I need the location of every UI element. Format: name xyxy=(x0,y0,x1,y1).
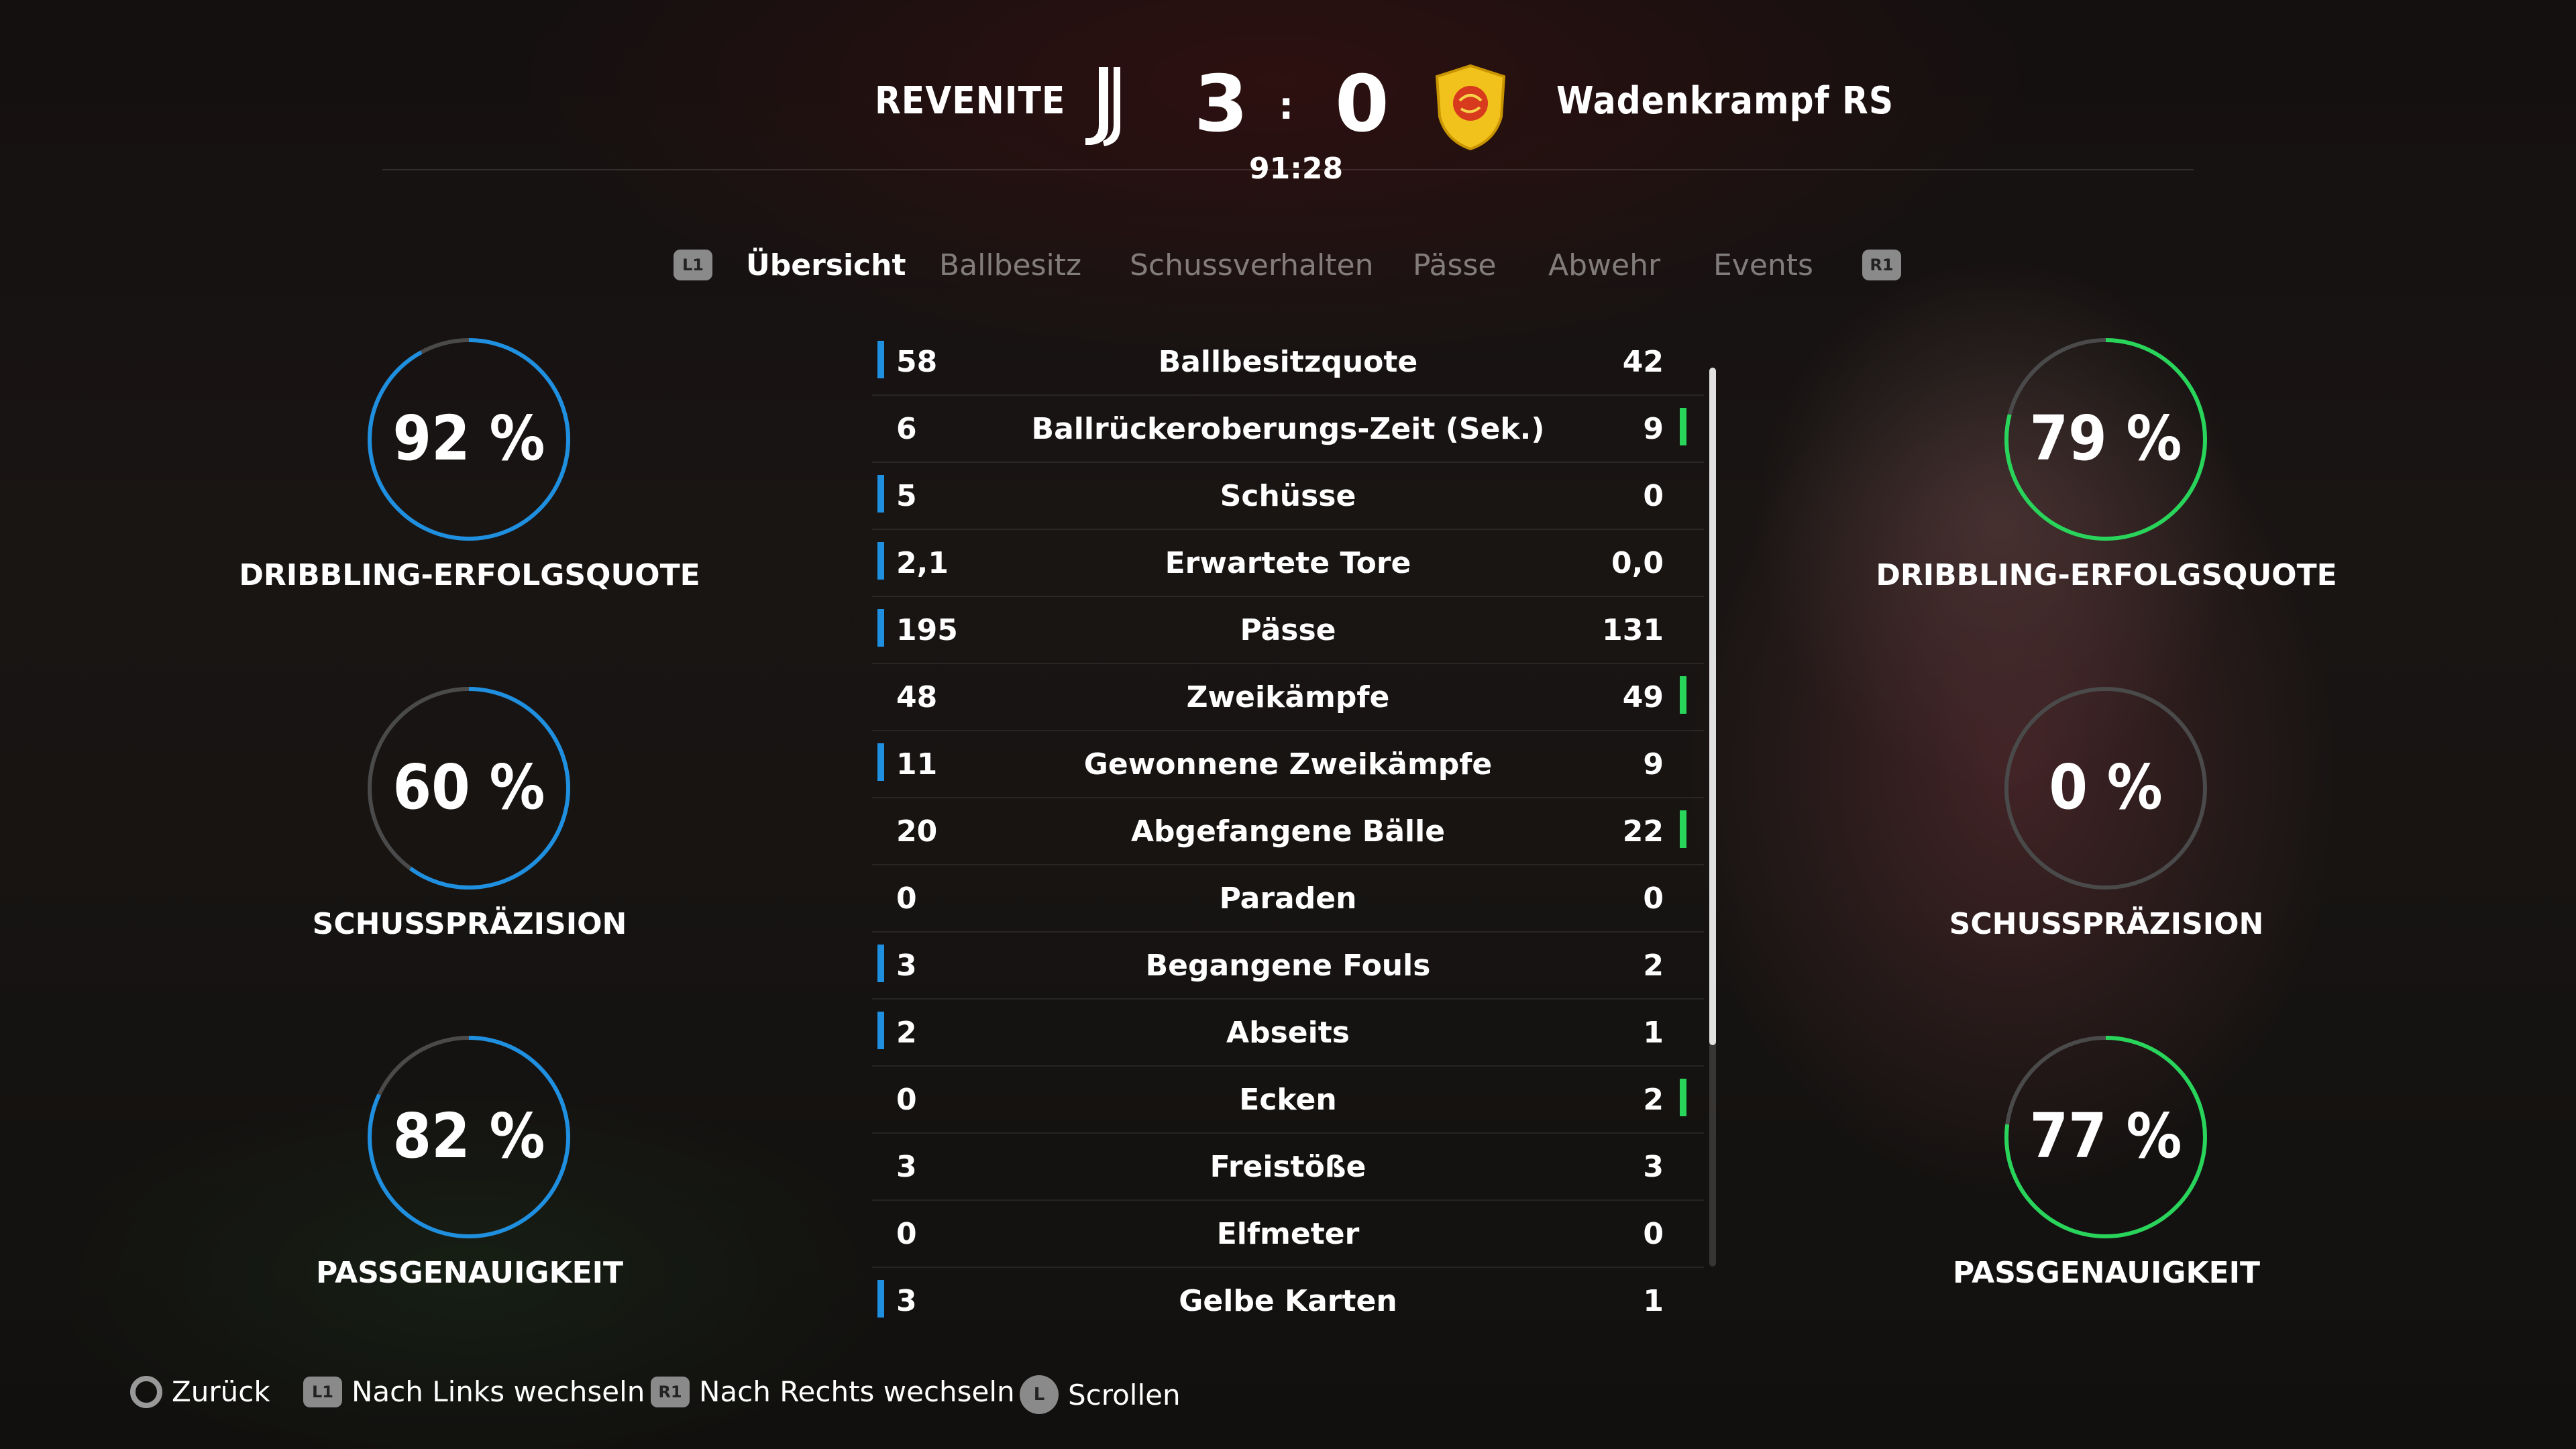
stat-label: Erwartete Tore xyxy=(1165,546,1411,580)
stat-row: 195 Pässe 131 xyxy=(872,597,1704,664)
stat-label: Elfmeter xyxy=(1216,1217,1360,1251)
stat-row: 0 Ecken 2 xyxy=(872,1067,1704,1134)
stat-row: 5 Schüsse 0 xyxy=(872,463,1704,530)
tab-possession[interactable]: Ballbesitz xyxy=(939,248,1081,282)
home-dribbling-label: DRIBBLING-ERFOLGSQUOTE xyxy=(239,558,700,592)
scroll-label: Scrollen xyxy=(1068,1378,1181,1411)
home-dribbling-value: 92 % xyxy=(392,402,545,474)
away-stat-value: 42 xyxy=(1622,345,1664,379)
r1-button-icon[interactable]: R1 xyxy=(1862,250,1901,280)
away-stat-value: 1 xyxy=(1643,1284,1664,1318)
stat-label: Freistöße xyxy=(1210,1150,1366,1184)
home-shot-accuracy-value: 60 % xyxy=(392,751,545,823)
away-crest-icon xyxy=(1435,64,1506,151)
stat-label: Ballbesitzquote xyxy=(1158,345,1418,379)
stat-label: Zweikämpfe xyxy=(1186,680,1390,714)
stat-label: Pässe xyxy=(1240,613,1336,647)
home-pass-accuracy-value: 82 % xyxy=(392,1100,545,1172)
away-stat-value: 0,0 xyxy=(1611,546,1664,580)
stat-label: Begangene Fouls xyxy=(1145,949,1431,983)
tab-defense[interactable]: Abwehr xyxy=(1548,248,1660,282)
away-dribbling-label: DRIBBLING-ERFOLGSQUOTE xyxy=(1876,558,2337,592)
stat-label: Abseits xyxy=(1226,1016,1350,1050)
away-shot-accuracy-label: SCHUSSPRÄZISION xyxy=(1949,907,2264,941)
stat-label: Gelbe Karten xyxy=(1179,1284,1397,1318)
stat-label: Gewonnene Zweikämpfe xyxy=(1083,747,1493,782)
tab-events[interactable]: Events xyxy=(1713,248,1813,282)
scroll-hint[interactable]: L Scrollen xyxy=(1020,1375,1181,1414)
header-divider xyxy=(382,169,2194,170)
l1-button-icon: L1 xyxy=(303,1376,342,1407)
stat-label: Ecken xyxy=(1239,1083,1337,1117)
stat-label: Ballrückeroberungs-Zeit (Sek.) xyxy=(1031,412,1545,446)
away-score: 0 xyxy=(1335,59,1389,150)
tab-overview[interactable]: Übersicht xyxy=(746,248,906,282)
stat-row: 3 Gelbe Karten 1 xyxy=(872,1268,1704,1334)
stat-row: 6 Ballrückeroberungs-Zeit (Sek.) 9 xyxy=(872,396,1704,463)
away-stat-value: 9 xyxy=(1643,747,1664,782)
stat-label: Paraden xyxy=(1219,881,1357,916)
stat-row: 2,1 Erwartete Tore 0,0 xyxy=(872,530,1704,597)
away-pass-accuracy-label: PASSGENAUIGKEIT xyxy=(1952,1256,2261,1290)
stats-table[interactable]: 58 Ballbesitzquote 42 6 Ballrückeroberungs-… xyxy=(872,329,1704,1334)
stat-label: Schüsse xyxy=(1220,479,1356,513)
away-lead-bar xyxy=(1680,408,1686,445)
stat-row: 20 Abgefangene Bälle 22 xyxy=(872,798,1704,865)
tab-shooting[interactable]: Schussverhalten xyxy=(1130,248,1373,282)
l1-button-icon[interactable]: L1 xyxy=(674,250,712,280)
r1-button-icon: R1 xyxy=(651,1376,690,1407)
switch-left-label: Nach Links wechseln xyxy=(352,1375,645,1408)
stat-row: 3 Freistöße 3 xyxy=(872,1134,1704,1201)
stat-row: 0 Elfmeter 0 xyxy=(872,1201,1704,1268)
switch-right-hint[interactable]: R1 Nach Rechts wechseln xyxy=(651,1375,1015,1408)
stat-row: 48 Zweikämpfe 49 xyxy=(872,664,1704,731)
stat-row: 0 Paraden 0 xyxy=(872,865,1704,932)
tab-passes[interactable]: Pässe xyxy=(1413,248,1496,282)
stat-label: Abgefangene Bälle xyxy=(1130,814,1446,849)
scrollbar-thumb[interactable] xyxy=(1709,368,1716,1045)
away-stat-value: 22 xyxy=(1622,814,1664,849)
back-hint[interactable]: Zurück xyxy=(130,1375,270,1408)
away-dribbling-value: 79 % xyxy=(2029,402,2182,474)
switch-left-hint[interactable]: L1 Nach Links wechseln xyxy=(303,1375,645,1408)
home-team-name: REVENITE xyxy=(875,79,1066,123)
away-stat-value: 0 xyxy=(1643,1217,1664,1251)
away-stat-value: 49 xyxy=(1622,680,1664,714)
away-stat-value: 3 xyxy=(1643,1150,1664,1184)
away-team-name: Wadenkrampf RS xyxy=(1556,79,1894,123)
away-stat-value: 2 xyxy=(1643,1083,1664,1117)
away-stat-value: 2 xyxy=(1643,949,1664,983)
stat-row: 11 Gewonnene Zweikämpfe 9 xyxy=(872,731,1704,798)
home-shot-accuracy-label: SCHUSSPRÄZISION xyxy=(312,907,627,941)
stat-row: 3 Begangene Fouls 2 xyxy=(872,932,1704,1000)
away-stat-value: 0 xyxy=(1643,881,1664,916)
home-score: 3 xyxy=(1194,59,1248,150)
stat-row: 58 Ballbesitzquote 42 xyxy=(872,329,1704,396)
away-stat-value: 131 xyxy=(1602,613,1664,647)
away-lead-bar xyxy=(1680,810,1686,848)
away-lead-bar xyxy=(1680,1079,1686,1116)
away-pass-accuracy-value: 77 % xyxy=(2029,1100,2182,1172)
home-crest-icon xyxy=(1085,67,1120,146)
stat-row: 2 Abseits 1 xyxy=(872,1000,1704,1067)
circle-button-icon xyxy=(130,1375,162,1408)
away-shot-accuracy-value: 0 % xyxy=(2049,751,2163,823)
switch-right-label: Nach Rechts wechseln xyxy=(699,1375,1015,1408)
score-separator: : xyxy=(1279,85,1294,128)
away-lead-bar xyxy=(1680,676,1686,714)
left-stick-icon: L xyxy=(1020,1375,1059,1414)
home-pass-accuracy-label: PASSGENAUIGKEIT xyxy=(315,1256,624,1290)
back-label: Zurück xyxy=(172,1375,270,1408)
away-stat-value: 1 xyxy=(1643,1016,1664,1050)
away-stat-value: 9 xyxy=(1643,412,1664,446)
away-stat-value: 0 xyxy=(1643,479,1664,513)
